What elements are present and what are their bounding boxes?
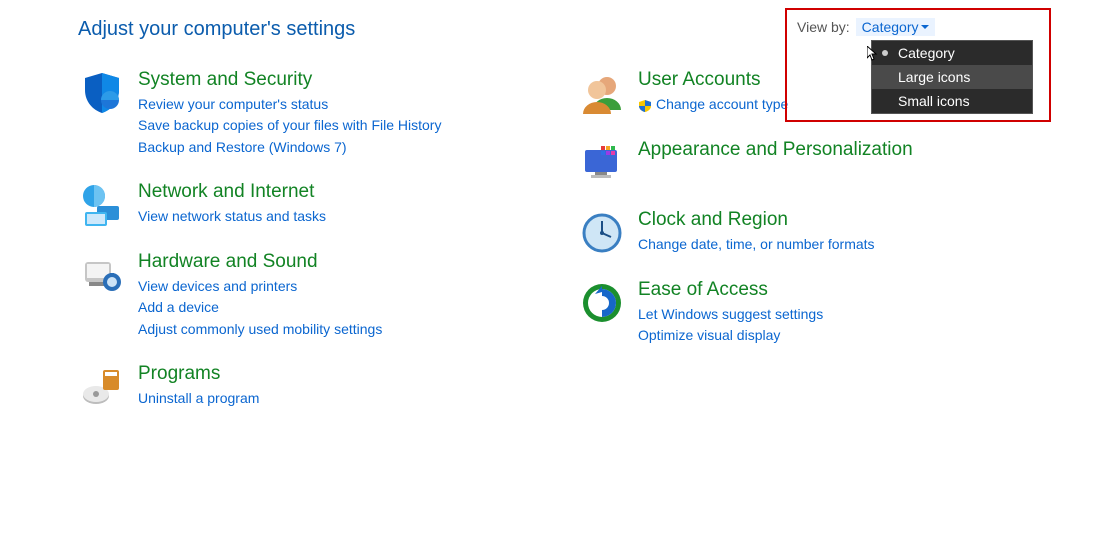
right-column: User Accounts Change account type Appear… (578, 69, 998, 433)
category-appearance: Appearance and Personalization (578, 139, 998, 187)
appearance-icon (578, 139, 626, 187)
shield-system-icon (78, 69, 126, 117)
category-title[interactable]: System and Security (138, 69, 498, 92)
programs-icon (78, 363, 126, 411)
viewby-panel: View by: Category Category Large icons S… (785, 8, 1051, 122)
category-clock-region: Clock and Region Change date, time, or n… (578, 209, 998, 257)
viewby-dropdown-trigger[interactable]: Category (856, 18, 936, 36)
category-title[interactable]: Ease of Access (638, 279, 998, 302)
viewby-option-category[interactable]: Category (872, 41, 1032, 65)
users-icon (578, 69, 626, 117)
category-title[interactable]: Programs (138, 363, 498, 386)
category-title[interactable]: Clock and Region (638, 209, 998, 232)
viewby-option-small-icons[interactable]: Small icons (872, 89, 1032, 113)
category-link-text: Change account type (656, 94, 788, 116)
left-column: System and Security Review your computer… (78, 69, 498, 433)
hardware-icon (78, 251, 126, 299)
viewby-label: View by: (797, 19, 850, 35)
category-title[interactable]: Appearance and Personalization (638, 139, 998, 162)
category-ease-of-access: Ease of Access Let Windows suggest setti… (578, 279, 998, 347)
category-link[interactable]: View devices and printers (138, 276, 498, 298)
uac-shield-icon (638, 98, 652, 112)
category-link[interactable]: Adjust commonly used mobility settings (138, 319, 498, 341)
clock-icon (578, 209, 626, 257)
viewby-dropdown-menu: Category Large icons Small icons (871, 40, 1033, 114)
category-title[interactable]: Hardware and Sound (138, 251, 498, 274)
category-link[interactable]: View network status and tasks (138, 206, 498, 228)
category-link[interactable]: Uninstall a program (138, 388, 498, 410)
category-link[interactable]: Save backup copies of your files with Fi… (138, 115, 498, 137)
category-link[interactable]: Backup and Restore (Windows 7) (138, 137, 498, 159)
category-link[interactable]: Change date, time, or number formats (638, 234, 998, 256)
category-link[interactable]: Add a device (138, 297, 498, 319)
category-title[interactable]: Network and Internet (138, 181, 498, 204)
viewby-option-large-icons[interactable]: Large icons (872, 65, 1032, 89)
category-link[interactable]: Let Windows suggest settings (638, 304, 998, 326)
category-network: Network and Internet View network status… (78, 181, 498, 229)
category-hardware: Hardware and Sound View devices and prin… (78, 251, 498, 341)
ease-icon (578, 279, 626, 327)
page-title: Adjust your computer's settings (78, 18, 355, 41)
category-system-security: System and Security Review your computer… (78, 69, 498, 159)
chevron-down-icon (921, 25, 929, 29)
network-icon (78, 181, 126, 229)
category-programs: Programs Uninstall a program (78, 363, 498, 411)
category-link[interactable]: Optimize visual display (638, 325, 998, 347)
category-link[interactable]: Review your computer's status (138, 94, 498, 116)
viewby-selected-value: Category (862, 19, 919, 35)
